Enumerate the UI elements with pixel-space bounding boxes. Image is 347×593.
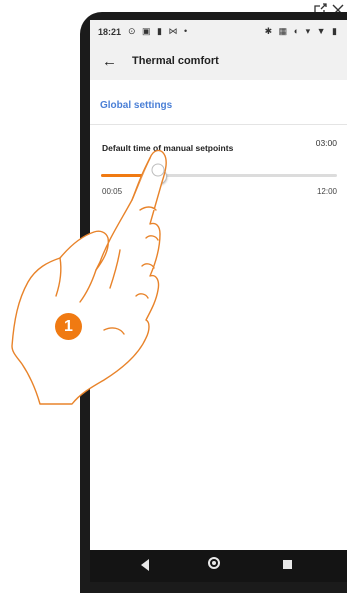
slider-fill (101, 174, 158, 177)
page-title: Thermal comfort (132, 55, 219, 67)
step-number-badge: 1 (55, 313, 82, 340)
app-bar: ← Thermal comfort (90, 44, 347, 80)
setting-label: Default time of manual setpoints (102, 143, 234, 153)
global-settings-link[interactable]: Global settings (100, 100, 172, 111)
nav-home-icon[interactable] (208, 557, 220, 569)
status-bar: 18:21 ⊙ ▣ ▮ ⋈ • ✱ ▦ ◐ ▾ ▼ ▮ (90, 20, 347, 44)
slider-max-label: 12:00 (316, 187, 337, 196)
notification-icons: ⊙ ▣ ▮ ⋈ • (128, 26, 190, 36)
slider-min-label: 00:05 (102, 187, 123, 196)
setting-value: 03:00 (315, 138, 337, 148)
nav-back-icon[interactable] (141, 559, 149, 571)
back-arrow-icon[interactable]: ← (102, 53, 117, 70)
app-screen: 18:21 ⊙ ▣ ▮ ⋈ • ✱ ▦ ◐ ▾ ▼ ▮ ← Thermal co… (90, 20, 347, 550)
slider-thumb[interactable] (151, 169, 167, 184)
duration-slider[interactable] (101, 169, 337, 184)
system-status-icons: ✱ ▦ ◐ ▾ ▼ ▮ (264, 26, 339, 36)
manual-setpoint-setting: Default time of manual setpoints 03:00 0… (90, 124, 347, 205)
android-nav-bar (90, 550, 347, 582)
status-time: 18:21 (98, 27, 122, 37)
nav-recents-icon[interactable] (283, 560, 292, 569)
